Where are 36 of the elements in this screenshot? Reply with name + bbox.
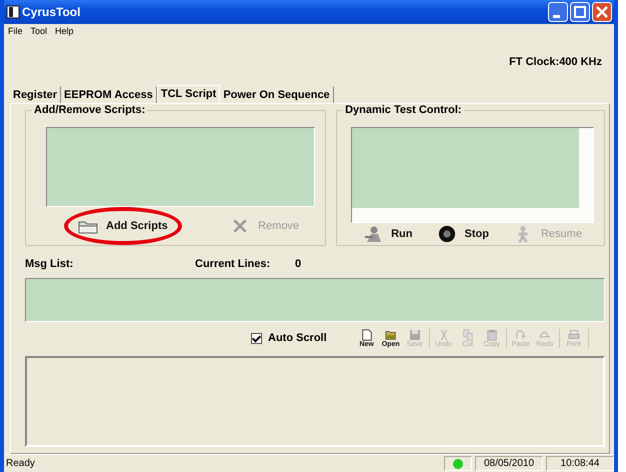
current-lines-label: Current Lines: <box>195 258 272 272</box>
message-list[interactable] <box>25 278 605 322</box>
tab[interactable]: Power On Sequence <box>220 86 334 103</box>
vertical-scrollbar[interactable] <box>579 128 593 208</box>
maximize-button[interactable] <box>570 2 590 22</box>
folder-icon <box>384 328 397 340</box>
close-button[interactable] <box>592 2 612 22</box>
clock-label: FT Clock:400 KHz <box>509 56 602 69</box>
minimize-button[interactable] <box>548 2 568 22</box>
tab[interactable]: Register <box>10 86 62 103</box>
figure-icon <box>363 225 384 243</box>
status-date: 08/05/2010 <box>475 456 543 471</box>
horizontal-scrollbar[interactable] <box>352 208 593 222</box>
undo-icon <box>514 328 527 340</box>
menu-item[interactable]: File <box>8 26 23 37</box>
menu-item[interactable]: Help <box>55 26 74 37</box>
group-title: Dynamic Test Control: <box>343 104 464 116</box>
menu-item[interactable]: Tool <box>30 26 48 37</box>
tab[interactable]: TCL Script <box>156 85 220 104</box>
status-time: 10:08:44 <box>546 456 614 471</box>
ball-icon <box>436 225 456 243</box>
current-lines-value: 0 <box>295 258 302 272</box>
status-text: Ready <box>5 458 36 469</box>
output-box[interactable] <box>25 356 605 447</box>
run-button[interactable]: Run <box>361 223 414 245</box>
window-title: CyrusTool <box>22 5 80 19</box>
app-icon <box>6 5 20 19</box>
page-icon <box>360 328 373 340</box>
stop-button[interactable]: Stop <box>434 223 491 245</box>
msg-list-label: Msg List: <box>25 258 74 272</box>
auto-scroll-checkbox[interactable]: Auto Scroll <box>251 332 327 344</box>
pages-icon <box>462 328 474 340</box>
clipboard-icon <box>486 328 498 340</box>
printer-icon <box>568 328 580 340</box>
group-title: Add/Remove Scripts: <box>32 104 148 116</box>
add-button[interactable]: Add Scripts <box>76 215 170 237</box>
